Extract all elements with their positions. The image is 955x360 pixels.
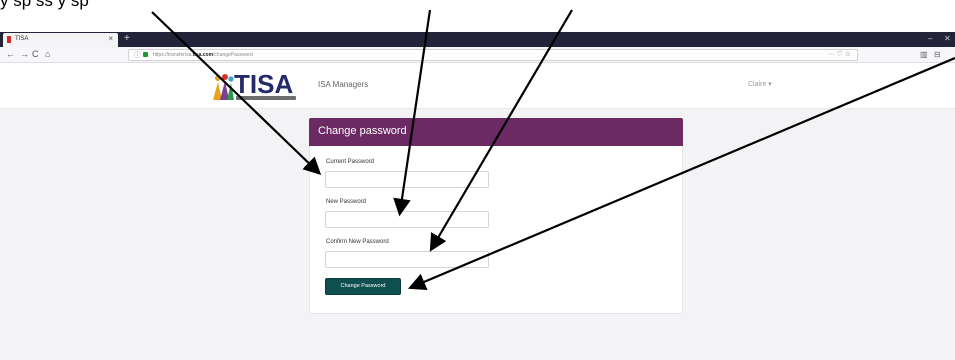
browser-tab[interactable]: TISA × (3, 33, 118, 47)
annotation-caption: y sp ss y sp (0, 0, 89, 10)
url-path: /changePassword (213, 52, 253, 58)
sidebar-icon[interactable]: ⊟ (934, 49, 941, 60)
browser-tab-bar (0, 32, 955, 47)
confirm-password-label: Confirm New Password (326, 239, 389, 245)
reload-icon[interactable]: C (32, 49, 39, 60)
minimize-icon[interactable]: – (928, 33, 932, 45)
url-prefix: https://transferisa. (153, 52, 193, 58)
current-password-label: Current Password (326, 159, 375, 165)
back-icon[interactable]: ← (6, 49, 15, 60)
change-password-button[interactable]: Change Password (325, 278, 401, 295)
info-icon[interactable]: ⓘ (134, 50, 141, 60)
forward-icon[interactable]: → (20, 49, 29, 60)
current-password-input[interactable] (325, 171, 489, 188)
url-host: tisa.com (192, 52, 214, 58)
logo-tagline-bar (236, 96, 296, 100)
logo-text: TISA (234, 69, 294, 99)
home-icon[interactable]: ⌂ (45, 49, 50, 60)
new-password-input[interactable] (325, 211, 489, 228)
card-title: Change password (318, 125, 407, 137)
new-tab-icon[interactable]: + (124, 33, 130, 45)
library-icon[interactable]: ▥ (920, 49, 928, 60)
tisa-logo[interactable]: TISA (212, 69, 300, 104)
nav-brand-link[interactable]: ISA Managers (318, 80, 368, 89)
new-password-label: New Password (326, 199, 367, 205)
user-menu[interactable]: Claire ▾ (748, 80, 772, 88)
logo-figures-icon (213, 74, 234, 100)
favicon-icon (7, 36, 11, 43)
tab-title: TISA (15, 36, 29, 42)
lock-icon (143, 52, 148, 57)
address-bar[interactable]: ⓘ https://transferisa.tisa.com/changePas… (128, 49, 858, 61)
confirm-password-input[interactable] (325, 251, 489, 268)
site-header (0, 63, 955, 109)
window-close-icon[interactable]: ✕ (944, 33, 951, 45)
screenshot: y sp ss y sp TISA × + – ✕ ← → C ⌂ ⓘ http… (0, 0, 955, 360)
page-actions-icon[interactable]: ··· ♡ ☆ (828, 50, 851, 58)
tab-close-icon[interactable]: × (108, 34, 113, 43)
